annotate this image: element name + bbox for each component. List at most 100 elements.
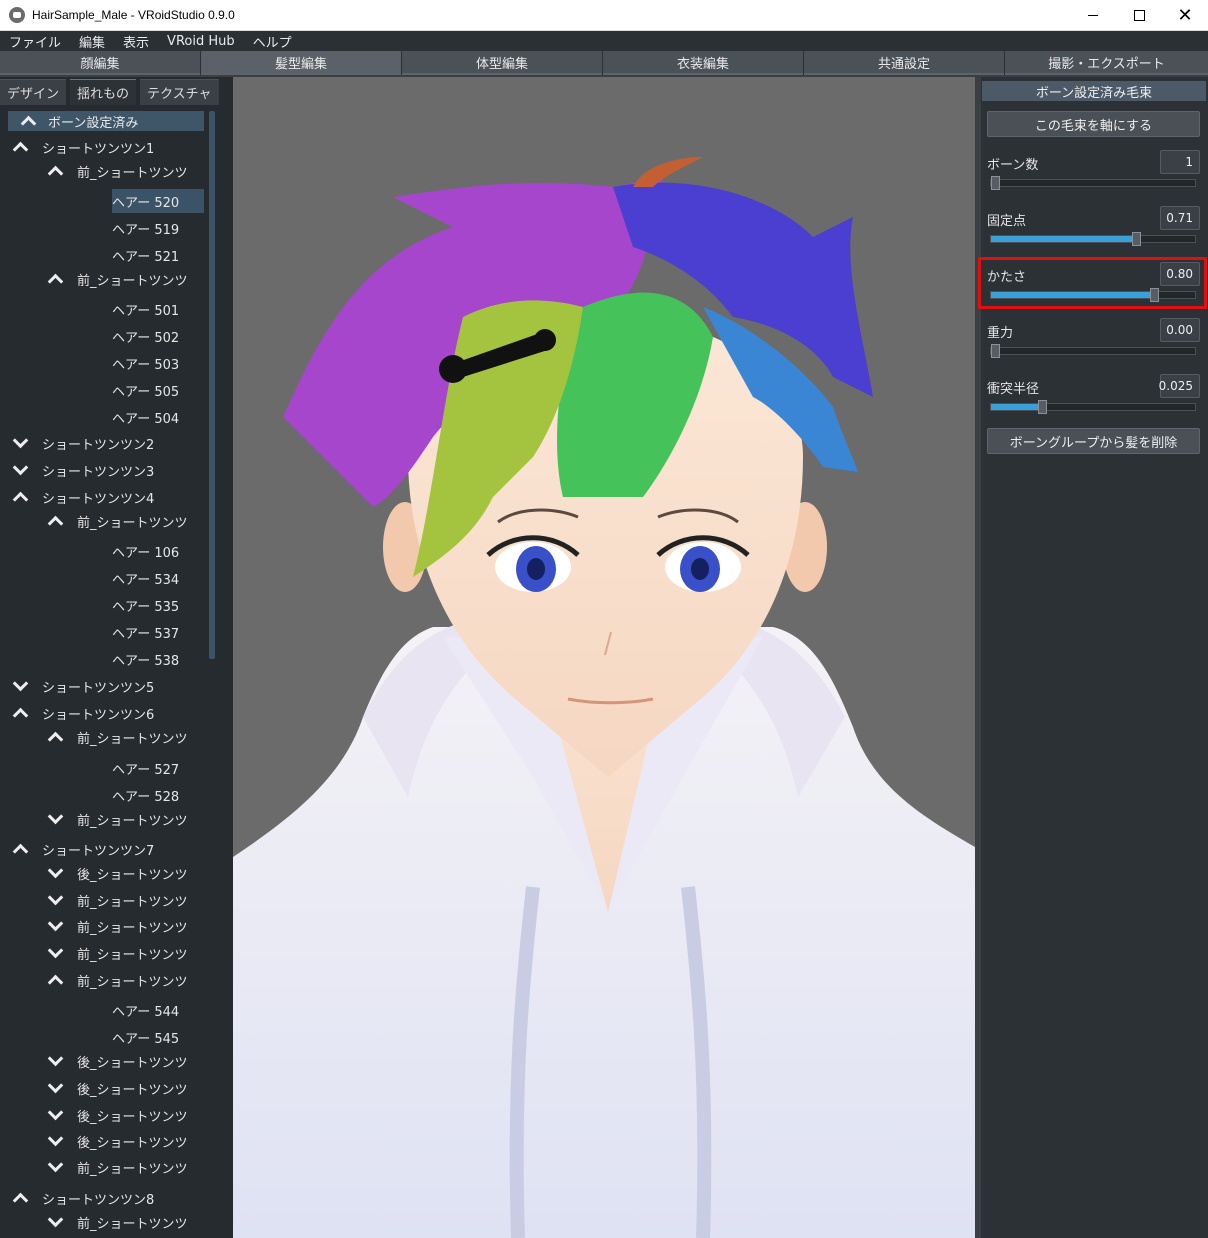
chevron-down-icon[interactable] — [47, 1107, 63, 1123]
chevron-up-icon[interactable] — [47, 271, 63, 287]
close-button[interactable]: ✕ — [1162, 0, 1208, 31]
bone-count-value-field[interactable]: 1 — [1160, 150, 1200, 174]
chevron-down-icon[interactable] — [47, 811, 63, 827]
fixed-point-value-field[interactable]: 0.71 — [1160, 206, 1200, 230]
tree-item-hair[interactable]: ヘアー 504 — [112, 405, 179, 429]
tree-item-hair[interactable]: ヘアー 528 — [112, 783, 179, 807]
fixed-point-slider[interactable] — [990, 232, 1196, 246]
tree-item-subgroup[interactable]: 前_ショートツンツ — [47, 159, 188, 183]
tree-item-group[interactable]: ショートツンツン8 — [12, 1186, 154, 1210]
tree-item-subgroup[interactable]: 前_ショートツンツ — [47, 509, 188, 533]
chevron-up-icon[interactable] — [12, 489, 28, 505]
bone-count-slider[interactable] — [990, 176, 1196, 190]
tree-item-group[interactable]: ショートツンツン4 — [12, 485, 154, 509]
tree-item-subgroup[interactable]: 後_ショートツンツ — [47, 861, 188, 885]
tree-item-group[interactable]: ショートツンツン3 — [12, 458, 154, 482]
tree-item-hair[interactable]: ヘアー 537 — [112, 620, 179, 644]
3d-viewport[interactable] — [233, 77, 975, 1238]
tree-item-hair[interactable]: ヘアー 501 — [112, 297, 179, 321]
tree-item-hair[interactable]: ヘアー 502 — [112, 324, 179, 348]
menu-edit[interactable]: 編集 — [70, 32, 114, 51]
minimize-button[interactable] — [1070, 0, 1116, 31]
tab-hair-edit[interactable]: 髪型編集 — [201, 51, 401, 75]
tab-photo-export[interactable]: 撮影・エクスポート — [1005, 51, 1208, 75]
chevron-down-icon[interactable] — [12, 462, 28, 478]
tree-item-hair[interactable]: ヘアー 519 — [112, 216, 179, 240]
subtab-design[interactable]: デザイン — [0, 79, 67, 105]
tree-item-group[interactable]: ショートツンツン5 — [12, 674, 154, 698]
chevron-down-icon[interactable] — [47, 865, 63, 881]
tree-item-hair[interactable]: ヘアー 545 — [112, 1025, 179, 1049]
tree-item-group[interactable]: ショートツンツン7 — [12, 837, 154, 861]
tree-item-subgroup[interactable]: 前_ショートツンツ — [47, 941, 188, 965]
tree-item-hair[interactable]: ヘアー 505 — [112, 378, 179, 402]
tree-item-subgroup[interactable]: 後_ショートツンツ — [47, 1076, 188, 1100]
tree-group-header[interactable]: ボーン設定済み — [8, 111, 204, 131]
chevron-down-icon[interactable] — [47, 892, 63, 908]
gravity-slider-thumb[interactable] — [991, 344, 1000, 358]
subtab-texture[interactable]: テクスチャ — [140, 79, 219, 105]
chevron-down-icon[interactable] — [12, 435, 28, 451]
tree-item-subgroup[interactable]: 後_ショートツンツ — [47, 1103, 188, 1127]
tree-item-group[interactable]: ショートツンツン1 — [12, 135, 154, 159]
tab-outfit-edit[interactable]: 衣装編集 — [603, 51, 803, 75]
chevron-down-icon[interactable] — [47, 1053, 63, 1069]
remove-from-group-button[interactable]: ボーングループから髪を削除 — [987, 428, 1200, 454]
collision-radius-slider-thumb[interactable] — [1038, 400, 1047, 414]
chevron-down-icon[interactable] — [47, 945, 63, 961]
chevron-up-icon[interactable] — [47, 972, 63, 988]
gravity-value-field[interactable]: 0.00 — [1160, 318, 1200, 342]
menu-vroid-hub[interactable]: VRoid Hub — [158, 34, 244, 49]
tree-item-hair[interactable]: ヘアー 544 — [112, 998, 179, 1022]
chevron-up-icon[interactable] — [47, 513, 63, 529]
tree-item-hair[interactable]: ヘアー 534 — [112, 566, 179, 590]
tree-item-subgroup[interactable]: 前_ショートツンツ — [47, 807, 188, 831]
tree-item-hair[interactable]: ヘアー 503 — [112, 351, 179, 375]
chevron-down-icon[interactable] — [47, 1133, 63, 1149]
menu-file[interactable]: ファイル — [0, 32, 70, 51]
chevron-down-icon[interactable] — [47, 1214, 63, 1230]
tree-item-subgroup[interactable]: 前_ショートツンツ — [47, 267, 188, 291]
tree-item-hair[interactable]: ヘアー 521 — [112, 243, 179, 267]
tree-item-group[interactable]: ショートツンツン6 — [12, 701, 154, 725]
tree-scrollbar[interactable] — [209, 111, 215, 659]
tab-common-settings[interactable]: 共通設定 — [804, 51, 1004, 75]
chevron-up-icon[interactable] — [12, 705, 28, 721]
chevron-up-icon[interactable] — [47, 163, 63, 179]
chevron-up-icon[interactable] — [12, 139, 28, 155]
tree-item-label: 前_ショートツンツ — [77, 974, 188, 990]
maximize-button[interactable] — [1116, 0, 1162, 31]
tree-item-subgroup[interactable]: 前_ショートツンツ — [47, 914, 188, 938]
chevron-down-icon[interactable] — [47, 1080, 63, 1096]
tree-item-hair[interactable]: ヘアー 520 — [112, 189, 204, 213]
chevron-down-icon[interactable] — [47, 918, 63, 934]
tree-item-subgroup[interactable]: 前_ショートツンツ — [47, 888, 188, 912]
menu-help[interactable]: ヘルプ — [244, 32, 301, 51]
tree-item-hair[interactable]: ヘアー 527 — [112, 756, 179, 780]
tree-item-subgroup[interactable]: 前_ショートツンツ — [47, 725, 188, 749]
tree-item-hair[interactable]: ヘアー 535 — [112, 593, 179, 617]
tab-body-edit[interactable]: 体型編集 — [402, 51, 602, 75]
chevron-down-icon[interactable] — [47, 1159, 63, 1175]
set-axis-button[interactable]: この毛束を軸にする — [987, 111, 1200, 137]
subtab-swaying[interactable]: 揺れもの — [70, 79, 137, 105]
tree-item-hair[interactable]: ヘアー 106 — [112, 539, 179, 563]
chevron-up-icon[interactable] — [12, 841, 28, 857]
tree-item-group[interactable]: ショートツンツン2 — [12, 431, 154, 455]
tree-item-subgroup[interactable]: 前_ショートツンツ — [47, 968, 188, 992]
tree-item-subgroup[interactable]: 前_ショートツンツ — [47, 1210, 188, 1234]
gravity-slider[interactable] — [990, 344, 1196, 358]
chevron-down-icon[interactable] — [12, 678, 28, 694]
collision-radius-value-field[interactable]: 0.025 — [1159, 374, 1200, 398]
menu-view[interactable]: 表示 — [114, 32, 158, 51]
tab-face-edit[interactable]: 顔編集 — [0, 51, 200, 75]
tree-item-hair[interactable]: ヘアー 538 — [112, 647, 179, 671]
tree-item-subgroup[interactable]: 後_ショートツンツ — [47, 1129, 188, 1153]
tree-item-subgroup[interactable]: 前_ショートツンツ — [47, 1155, 188, 1179]
collision-radius-slider[interactable] — [990, 400, 1196, 414]
bone-count-slider-thumb[interactable] — [991, 176, 1000, 190]
tree-item-subgroup[interactable]: 後_ショートツンツ — [47, 1049, 188, 1073]
fixed-point-slider-thumb[interactable] — [1132, 232, 1141, 246]
chevron-up-icon[interactable] — [47, 729, 63, 745]
chevron-up-icon[interactable] — [12, 1190, 28, 1206]
